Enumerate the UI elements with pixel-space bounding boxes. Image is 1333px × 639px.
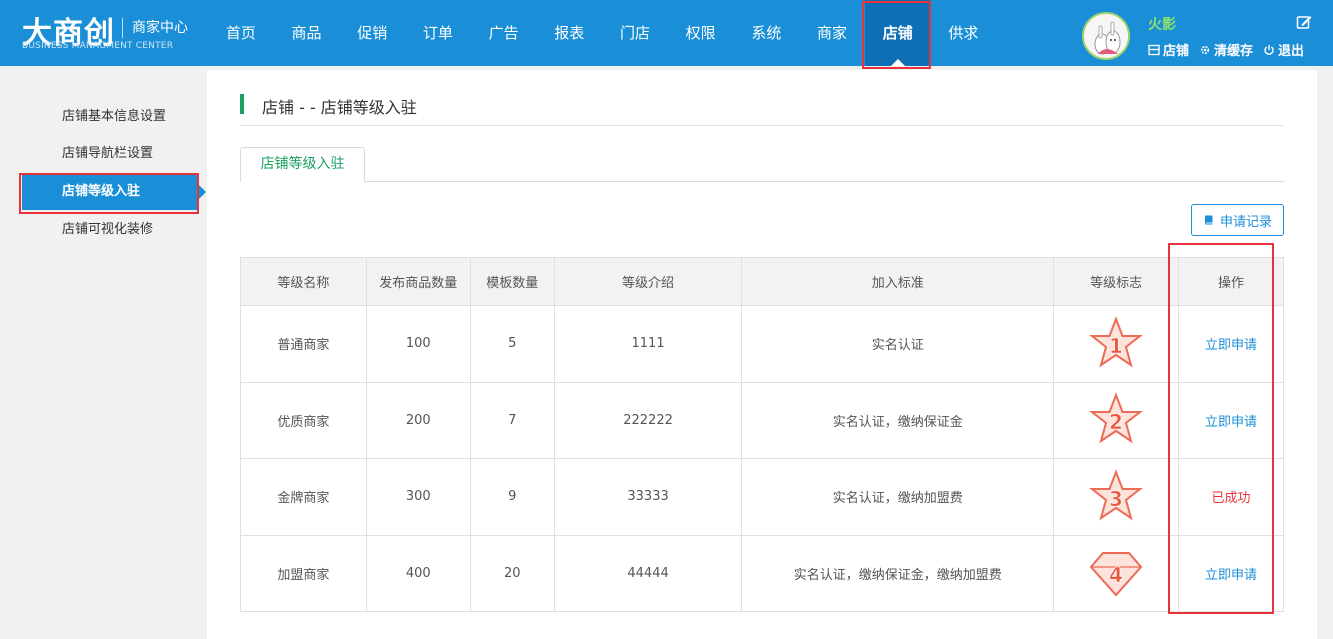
success-status: 已成功 [1211, 491, 1251, 507]
sidebar: 店铺基本信息设置 店铺导航栏设置 店铺等级入驻 店铺可视化装修 [0, 66, 207, 639]
clear-cache-label: 清缓存 [1214, 44, 1254, 59]
table-row: 普通商家 100 5 1111 实名认证 1 立即申请 [240, 305, 1284, 383]
cell-level-name: 加盟商家 [240, 534, 367, 612]
cell-goods-count: 400 [365, 534, 471, 612]
cell-template-count: 20 [469, 534, 555, 612]
badge-number: 4 [1109, 563, 1123, 587]
title-accent-bar [240, 94, 244, 114]
gear-icon [1200, 45, 1210, 54]
cell-level-intro: 33333 [553, 458, 743, 536]
cell-action: 立即申请 [1178, 534, 1284, 612]
nav-item-merchant[interactable]: 商家 [799, 0, 865, 66]
nav-item-supply[interactable]: 供求 [931, 0, 997, 66]
shop-icon [1148, 44, 1160, 55]
main-panel: 店铺 - - 店铺等级入驻 店铺等级入驻 申请记录 等级名称 发布商品数量 模板… [207, 70, 1317, 639]
logout-link[interactable]: 退出 [1263, 40, 1304, 59]
header-template-count: 模板数量 [469, 257, 555, 306]
cell-level-intro: 222222 [553, 381, 743, 459]
sidebar-item-level-entry[interactable]: 店铺等级入驻 [22, 174, 206, 210]
cell-action: 立即申请 [1178, 381, 1284, 459]
header-action: 操作 [1178, 257, 1284, 306]
nav-item-home[interactable]: 首页 [208, 0, 274, 66]
cell-join-standard: 实名认证，缴纳保证金，缴纳加盟费 [741, 534, 1055, 612]
power-icon [1264, 44, 1274, 55]
cell-goods-count: 200 [365, 381, 471, 459]
level-table: 等级名称 发布商品数量 模板数量 等级介绍 加入标准 等级标志 操作 普通商家 … [240, 257, 1284, 612]
cell-join-standard: 实名认证 [741, 305, 1055, 383]
apply-record-label: 申请记录 [1219, 214, 1272, 230]
avatar[interactable] [1082, 12, 1130, 60]
nav-item-ads[interactable]: 广告 [471, 0, 537, 66]
badge-number: 3 [1109, 487, 1123, 511]
diamond-badge-icon: 4 [1089, 552, 1143, 597]
cell-level-badge: 4 [1053, 534, 1180, 612]
cell-action: 立即申请 [1178, 305, 1284, 383]
cell-level-name: 金牌商家 [240, 458, 367, 536]
nav-item-orders[interactable]: 订单 [405, 0, 471, 66]
cell-level-intro: 1111 [553, 305, 743, 383]
header-goods-count: 发布商品数量 [365, 257, 471, 306]
badge-number: 2 [1109, 410, 1123, 434]
header-level-badge: 等级标志 [1053, 257, 1180, 306]
cell-template-count: 7 [469, 381, 555, 459]
cell-level-name: 优质商家 [240, 381, 367, 459]
sidebar-item-visual-decoration[interactable]: 店铺可视化装修 [22, 212, 198, 248]
logout-label: 退出 [1278, 44, 1305, 59]
cell-join-standard: 实名认证，缴纳加盟费 [741, 458, 1055, 536]
cell-level-intro: 44444 [553, 534, 743, 612]
badge-number: 1 [1109, 334, 1123, 358]
star-badge-icon: 3 [1089, 468, 1144, 521]
cell-action: 已成功 [1178, 458, 1284, 536]
shop-link[interactable]: 店铺 [1148, 40, 1189, 59]
cell-join-standard: 实名认证，缴纳保证金 [741, 381, 1055, 459]
table-header-row: 等级名称 发布商品数量 模板数量 等级介绍 加入标准 等级标志 操作 [240, 257, 1284, 306]
cell-level-badge: 2 [1053, 381, 1180, 459]
tab-divider [240, 181, 1284, 182]
nav-item-system[interactable]: 系统 [734, 0, 800, 66]
sidebar-item-nav-settings[interactable]: 店铺导航栏设置 [22, 136, 198, 172]
header-join-standard: 加入标准 [741, 257, 1055, 306]
title-divider [240, 125, 1284, 126]
header-level-name: 等级名称 [240, 257, 367, 306]
cell-level-badge: 3 [1053, 458, 1180, 536]
table-row: 加盟商家 400 20 44444 实名认证，缴纳保证金，缴纳加盟费 4 立即申… [240, 534, 1284, 612]
cell-goods-count: 300 [365, 458, 471, 536]
nav-item-shop[interactable]: 店铺 [864, 0, 931, 66]
sidebar-item-basic-info[interactable]: 店铺基本信息设置 [22, 99, 198, 135]
user-name: 火影 [1148, 17, 1176, 33]
logo-sub-text: 商家中心 [132, 20, 188, 36]
header-level-intro: 等级介绍 [553, 257, 743, 306]
logo-divider [122, 18, 123, 38]
apply-now-link[interactable]: 立即申请 [1205, 415, 1257, 430]
table-row: 优质商家 200 7 222222 实名认证，缴纳保证金 2 立即申请 [240, 381, 1284, 459]
cell-template-count: 9 [469, 458, 555, 536]
table-row: 金牌商家 300 9 33333 实名认证，缴纳加盟费 3 已成功 [240, 458, 1284, 536]
edit-icon[interactable] [1296, 14, 1312, 30]
nav-item-permissions[interactable]: 权限 [668, 0, 734, 66]
nav-item-promotion[interactable]: 促销 [339, 0, 405, 66]
cell-template-count: 5 [469, 305, 555, 383]
nav-item-goods[interactable]: 商品 [274, 0, 340, 66]
page-title: 店铺 - - 店铺等级入驻 [262, 98, 417, 117]
logo-english-text: BUSINESS MANAGMENT CENTER [22, 41, 174, 51]
nav-item-reports[interactable]: 报表 [536, 0, 602, 66]
star-badge-icon: 2 [1089, 392, 1144, 444]
tab-level-entry[interactable]: 店铺等级入驻 [240, 147, 365, 182]
cell-level-badge: 1 [1053, 305, 1180, 383]
shop-link-label: 店铺 [1163, 44, 1190, 59]
star-badge-icon: 1 [1089, 315, 1144, 368]
cell-goods-count: 100 [365, 305, 471, 383]
clear-cache-link[interactable]: 清缓存 [1199, 40, 1253, 59]
avatar-illustration-icon [1084, 14, 1128, 58]
book-icon [1204, 215, 1213, 225]
user-links: 店铺 清缓存 退出 [1148, 40, 1304, 59]
cell-level-name: 普通商家 [240, 305, 367, 383]
nav-item-stores[interactable]: 门店 [602, 0, 668, 66]
apply-now-link[interactable]: 立即申请 [1205, 338, 1257, 353]
apply-record-button[interactable]: 申请记录 [1191, 204, 1284, 236]
top-nav-bar: 大商创 商家中心 BUSINESS MANAGMENT CENTER 首页 商品… [0, 0, 1333, 66]
apply-now-link[interactable]: 立即申请 [1205, 568, 1257, 583]
main-nav: 首页 商品 促销 订单 广告 报表 门店 权限 系统 商家 店铺 供求 [208, 0, 996, 66]
